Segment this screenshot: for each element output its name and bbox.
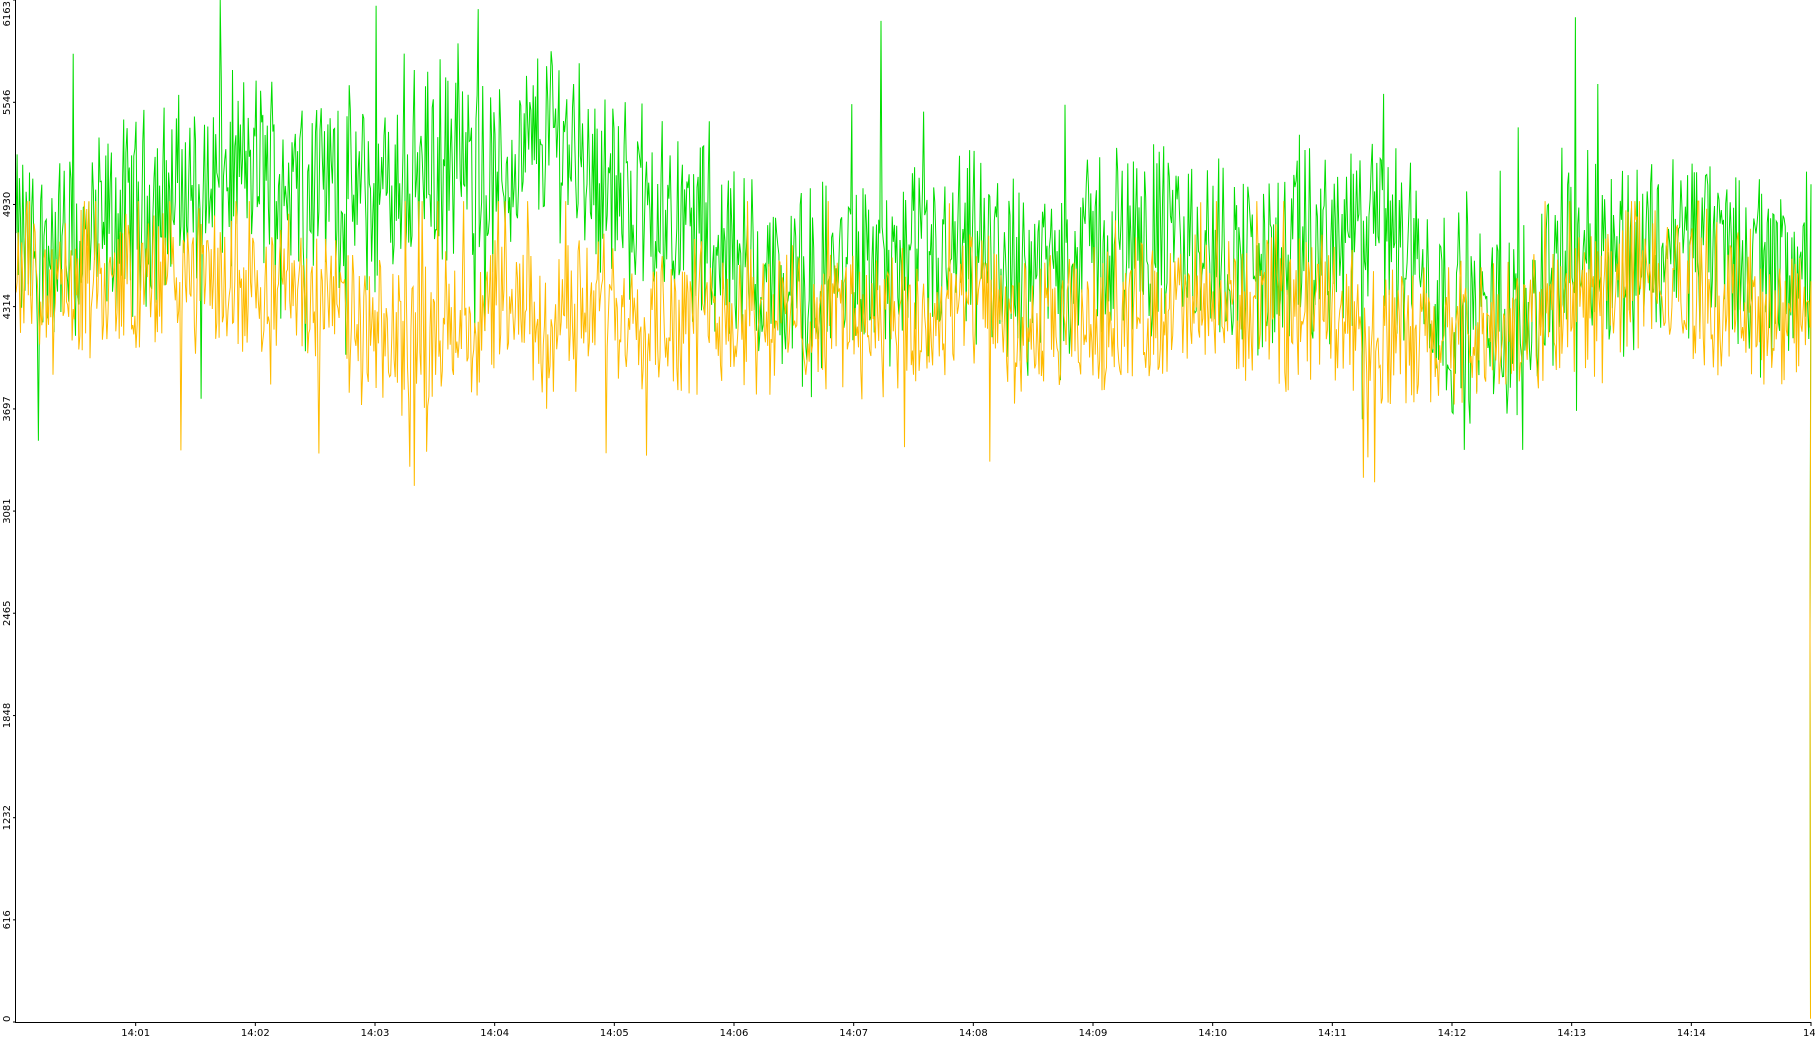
- x-tick-label: 14:03: [361, 1028, 390, 1039]
- x-tick-label: 14:11: [1318, 1028, 1347, 1039]
- x-tick-label: 14:04: [480, 1028, 509, 1039]
- x-tick-label: 14:09: [1079, 1028, 1108, 1039]
- x-tick-label: 14:: [1803, 1028, 1815, 1039]
- y-tick-label: 3697: [2, 396, 13, 421]
- y-tick-label: 1232: [2, 805, 13, 830]
- chart-svg: 0 616 1232 1848 2465 3081 3697 4314 4930 5546 6163…: [2, 0, 1815, 1039]
- y-tick-label: 616: [2, 910, 13, 929]
- x-tick-label: 14:07: [839, 1028, 868, 1039]
- x-tick-label: 14:05: [600, 1028, 629, 1039]
- x-tick-label: 14:02: [241, 1028, 270, 1039]
- y-tick-label: 1848: [2, 703, 13, 728]
- axes-group: [15, 0, 1811, 1023]
- series-group: [15, 0, 1812, 1019]
- y-tick-label: 4930: [2, 192, 13, 217]
- y-tick-label: 4314: [2, 294, 13, 319]
- x-axis-ticks: 14:01 14:02 14:03 14:04 14:05 14:06 14:07 14:08…: [121, 1022, 1815, 1039]
- line-chart: 0 616 1232 1848 2465 3081 3697 4314 4930 5546 6163…: [0, 0, 1815, 1039]
- x-tick-label: 14:08: [959, 1028, 988, 1039]
- x-tick-label: 14:06: [720, 1028, 749, 1039]
- y-tick-label: 5546: [2, 90, 13, 115]
- x-tick-label: 14:14: [1677, 1028, 1706, 1039]
- y-tick-label: 3081: [2, 498, 13, 523]
- x-tick-label: 14:10: [1198, 1028, 1227, 1039]
- y-tick-label: 6163: [2, 1, 13, 26]
- series-1-line: [15, 0, 1812, 1018]
- y-axis-ticks: 0 616 1232 1848 2465 3081 3697 4314 4930 5546 6163: [2, 0, 16, 1023]
- y-tick-label: 2465: [2, 601, 13, 626]
- x-tick-label: 14:13: [1557, 1028, 1586, 1039]
- x-tick-label: 14:01: [121, 1028, 150, 1039]
- x-tick-label: 14:12: [1438, 1028, 1467, 1039]
- series-2-line: [15, 200, 1812, 1019]
- y-tick-label: 0: [2, 1016, 13, 1022]
